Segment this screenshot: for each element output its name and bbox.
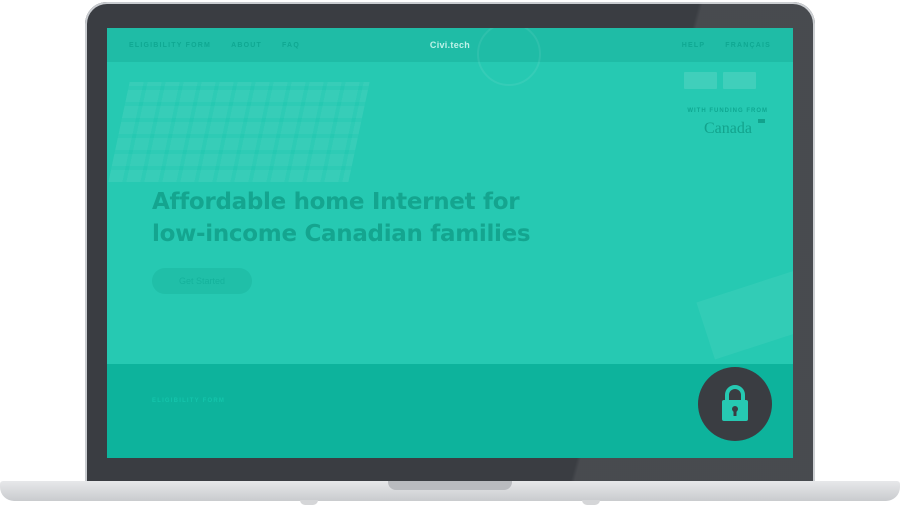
background-decoration xyxy=(477,28,541,86)
laptop-foot-left xyxy=(300,500,318,505)
sponsor-logo xyxy=(684,72,717,89)
top-navigation: ELIGIBILITY FORM ABOUT FAQ Civi.tech HEL… xyxy=(107,28,793,62)
canada-wordmark: Canada xyxy=(704,120,752,137)
sponsor-logo xyxy=(723,72,756,89)
background-keyboard-image xyxy=(108,82,370,182)
section-label: ELIGIBILITY FORM xyxy=(152,398,226,404)
funding-label: WITH FUNDING FROM xyxy=(687,108,768,114)
laptop-notch xyxy=(388,481,512,490)
canada-flag-icon xyxy=(758,119,765,123)
laptop-screen: ELIGIBILITY FORM ABOUT FAQ Civi.tech HEL… xyxy=(107,28,793,458)
lock-badge xyxy=(698,367,772,441)
laptop-foot-right xyxy=(582,500,600,505)
lock-icon xyxy=(722,385,748,421)
sponsor-logos xyxy=(684,72,756,89)
brand-logo[interactable]: Civi.tech xyxy=(107,40,793,50)
hero-title: Affordable home Internet for low-income … xyxy=(152,186,531,250)
eligibility-section: ELIGIBILITY FORM xyxy=(107,364,793,458)
background-decoration xyxy=(696,268,793,360)
get-started-button[interactable]: Get Started xyxy=(152,268,252,294)
hero-title-line: low-income Canadian families xyxy=(152,221,531,247)
hero-title-line: Affordable home Internet for xyxy=(152,189,520,215)
